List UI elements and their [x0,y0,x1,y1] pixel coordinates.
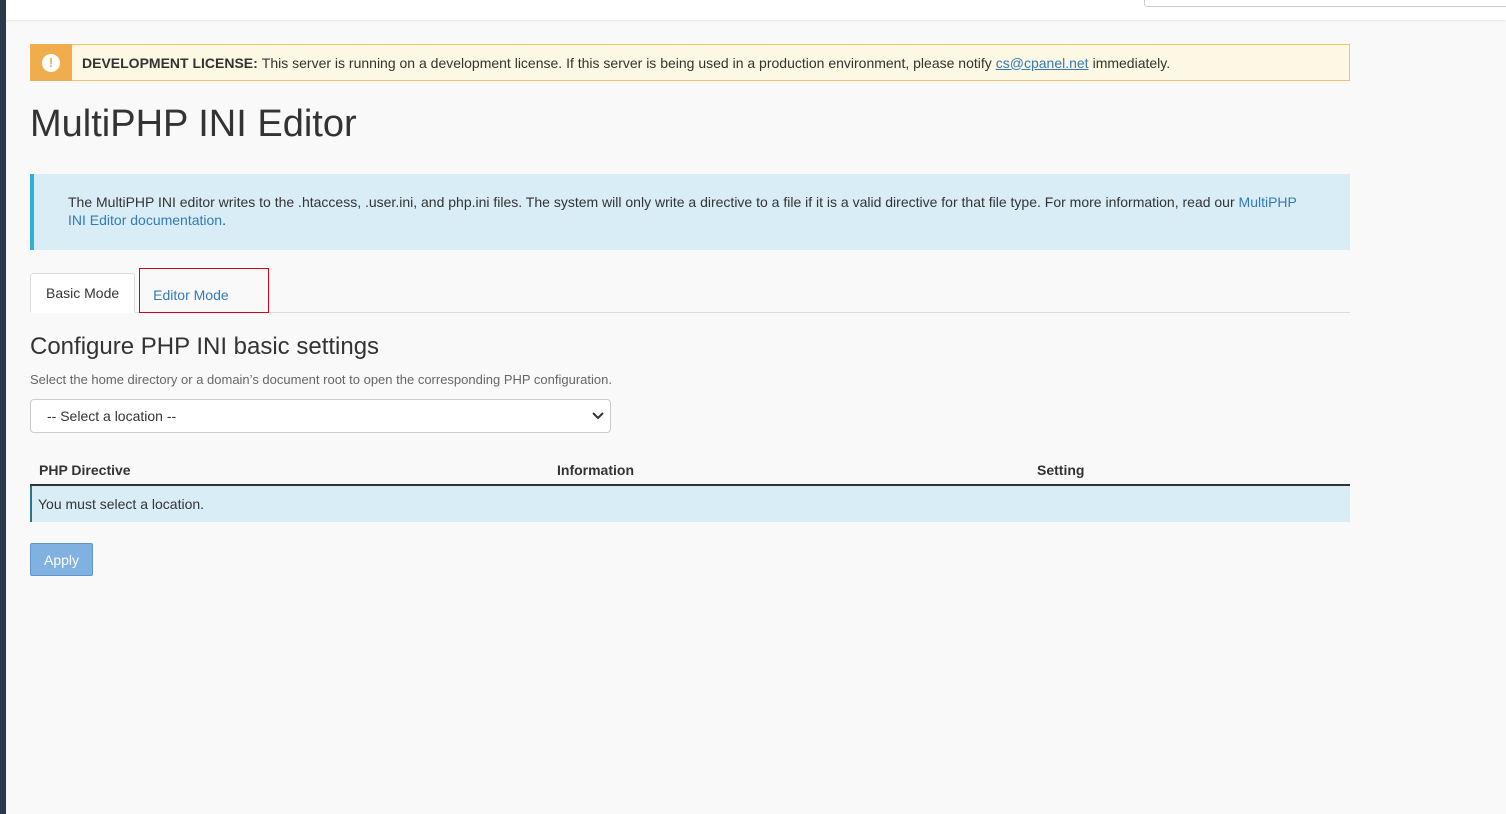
support-email-link[interactable]: cs@cpanel.net [996,55,1089,71]
header-setting: Setting [1037,461,1085,478]
tab-basic-mode[interactable]: Basic Mode [30,273,136,313]
info-alert: The MultiPHP INI editor writes to the .h… [30,174,1350,250]
alert-icon-container: ! [30,44,72,81]
table-header: PHP Directive Information Setting [30,455,1350,486]
table-empty-message: You must select a location. [30,486,1350,522]
chevron-down-icon [592,412,604,420]
section-title: Configure PHP INI basic settings [30,333,380,360]
main-content: ! DEVELOPMENT LICENSE: This server is ru… [30,44,1350,576]
php-directives-table: PHP Directive Information Setting You mu… [30,455,1350,522]
info-suffix: . [222,212,226,228]
info-text: The MultiPHP INI editor writes to the .h… [68,194,1235,210]
mode-tabs: Basic Mode Editor Mode [30,268,1350,313]
alert-suffix: immediately. [1092,54,1171,71]
alert-message: This server is running on a development … [261,54,992,71]
page-title: MultiPHP INI Editor [30,103,357,145]
header-information: Information [557,461,634,478]
location-select[interactable]: -- Select a location -- [30,399,611,433]
top-bar [6,0,1506,20]
location-select-value: -- Select a location -- [47,408,177,424]
tab-editor-mode[interactable]: Editor Mode [139,268,270,313]
topbar-search-input[interactable] [1144,0,1506,7]
alert-label: DEVELOPMENT LICENSE: [82,54,258,71]
header-php-directive: PHP Directive [39,461,131,478]
exclamation-icon: ! [42,53,60,72]
section-help-text: Select the home directory or a domain’s … [30,372,612,387]
left-rail [0,0,6,814]
development-license-alert: ! DEVELOPMENT LICENSE: This server is ru… [30,44,1350,81]
apply-button[interactable]: Apply [30,543,93,576]
